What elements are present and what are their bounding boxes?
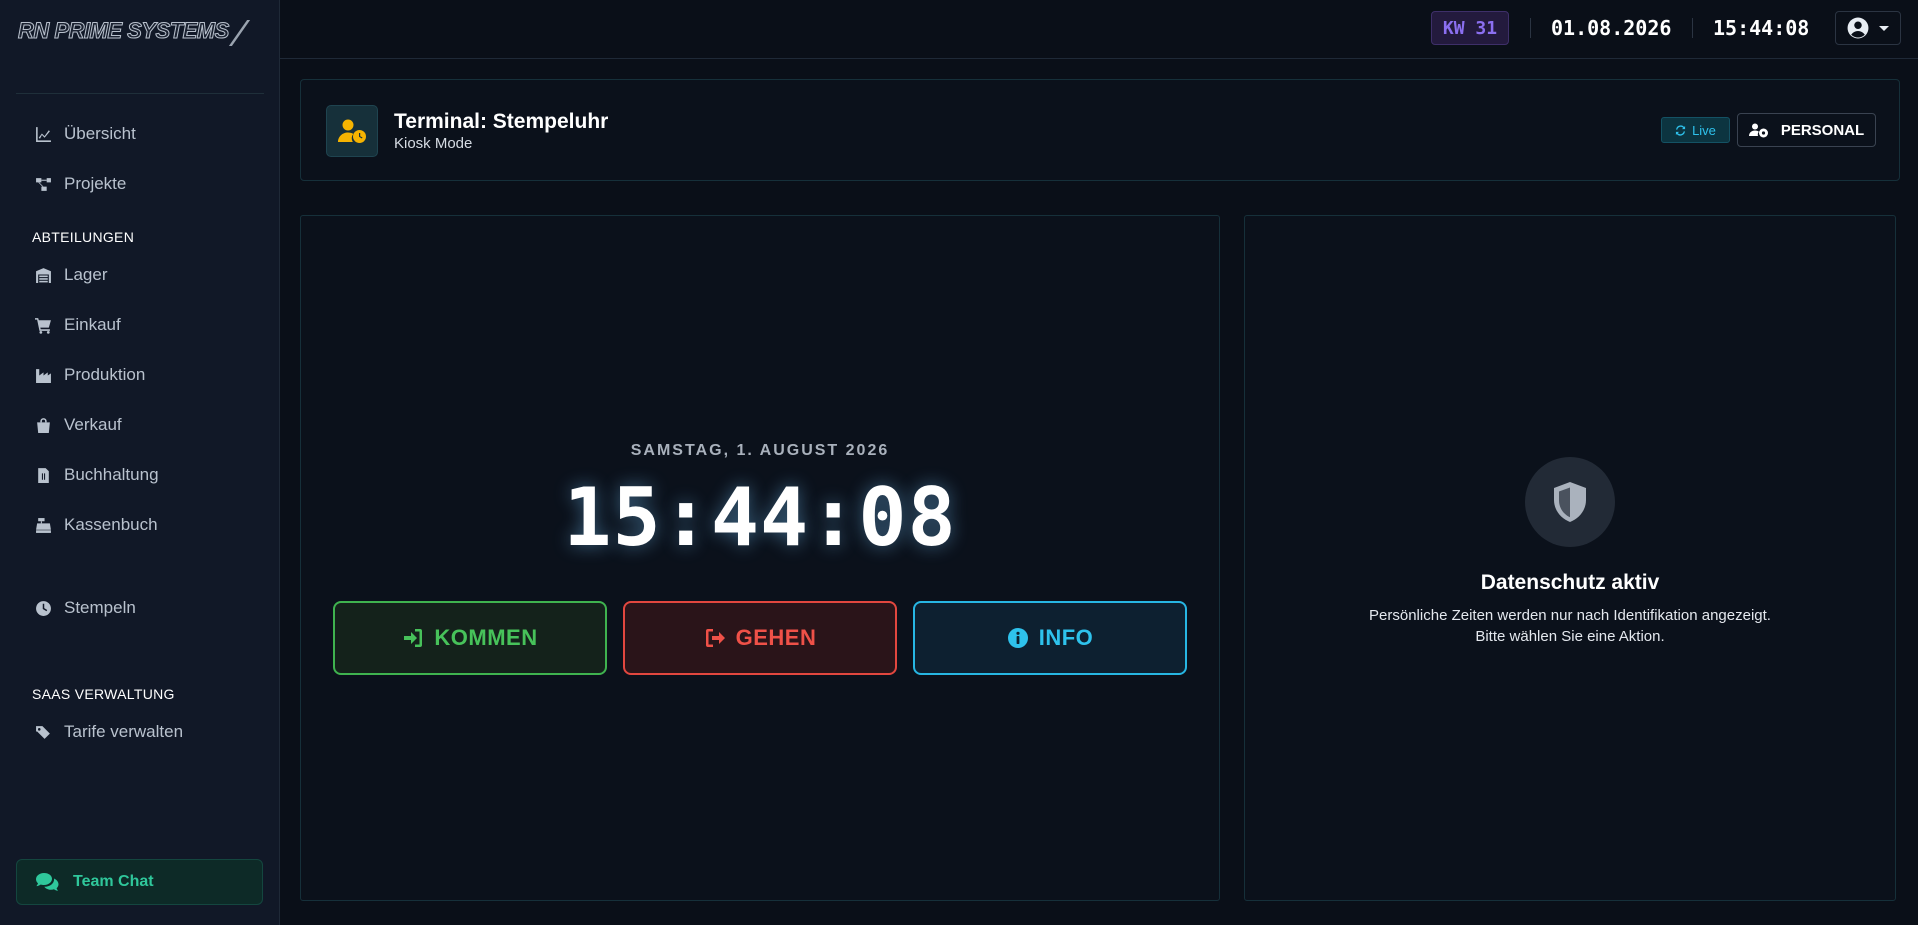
kommen-button[interactable]: KOMMEN [333, 601, 607, 675]
sidebar-item-label: Übersicht [64, 124, 136, 143]
topbar-separator [1530, 18, 1531, 38]
industry-icon [34, 366, 52, 384]
kommen-label: KOMMEN [434, 625, 538, 650]
calendar-week-badge: KW 31 [1431, 11, 1509, 45]
shield-icon [1525, 457, 1615, 547]
user-circle-icon [1847, 17, 1869, 39]
live-badge-label: Live [1692, 122, 1716, 138]
info-button[interactable]: INFO [913, 601, 1187, 675]
sidebar-item-produktion[interactable]: Produktion [16, 355, 264, 395]
sidebar-item-projekte[interactable]: Projekte [16, 164, 264, 204]
sidebar-item-uebersicht[interactable]: Übersicht [16, 114, 264, 154]
topbar-date: 01.08.2026 [1551, 16, 1672, 40]
project-diagram-icon [34, 175, 52, 193]
file-invoice-dollar-icon [34, 466, 52, 484]
sidebar-item-label: Lager [64, 265, 108, 284]
sidebar-section-saas: SAAS VERWALTUNG [32, 686, 175, 702]
shopping-cart-icon [34, 316, 52, 334]
clock-time: 15:44:08 [563, 471, 957, 564]
sidebar-item-lager[interactable]: Lager [16, 255, 264, 295]
user-menu-button[interactable] [1835, 11, 1901, 45]
brand-logo-text: RN PRIME SYSTEMS [18, 18, 230, 44]
sidebar-item-label: Einkauf [64, 315, 121, 334]
gehen-label: GEHEN [735, 625, 817, 650]
sidebar: RN PRIME SYSTEMS Übersicht Projekte ABTE… [0, 0, 280, 925]
info-label: INFO [1038, 625, 1094, 650]
team-chat-button[interactable]: Team Chat [16, 859, 263, 905]
sidebar-item-buchhaltung[interactable]: Buchhaltung [16, 455, 264, 495]
terminal-header-card: Terminal: Stempeluhr Kiosk Mode Live PER… [300, 79, 1900, 181]
cash-register-icon [34, 516, 52, 534]
sidebar-item-label: Verkauf [64, 415, 122, 434]
sidebar-item-label: Kassenbuch [64, 515, 158, 534]
sidebar-section-abteilungen: ABTEILUNGEN [32, 229, 135, 245]
sidebar-item-label: Stempeln [64, 598, 136, 617]
personal-button[interactable]: PERSONAL [1737, 113, 1876, 147]
comments-icon [36, 873, 59, 891]
brand-logo[interactable]: RN PRIME SYSTEMS [18, 18, 250, 48]
privacy-text-line: Persönliche Zeiten werden nur nach Ident… [1369, 607, 1771, 624]
sidebar-item-label: Projekte [64, 174, 127, 193]
privacy-title: Datenschutz aktiv [1480, 571, 1660, 594]
sidebar-item-stempeln[interactable]: Stempeln [16, 588, 264, 628]
sidebar-divider [16, 93, 264, 94]
clock-icon [34, 599, 52, 617]
users-cog-icon [1748, 123, 1768, 137]
sync-icon [1675, 124, 1686, 136]
page-title: Terminal: Stempeluhr [394, 110, 609, 133]
shopping-bag-icon [34, 416, 52, 434]
sidebar-item-label: Tarife verwalten [64, 722, 184, 741]
sidebar-item-einkauf[interactable]: Einkauf [16, 305, 264, 345]
topbar-time: 15:44:08 [1713, 16, 1810, 40]
live-status-badge: Live [1661, 117, 1730, 143]
personal-button-label: PERSONAL [1780, 121, 1865, 139]
sidebar-item-kassenbuch[interactable]: Kassenbuch [16, 505, 264, 545]
sign-in-icon [404, 629, 423, 647]
sign-out-icon [705, 629, 725, 647]
info-circle-icon [1007, 628, 1028, 648]
sidebar-item-tarife[interactable]: Tarife verwalten [16, 712, 264, 752]
sidebar-item-label: Buchhaltung [64, 465, 159, 484]
top-bar: KW 31 01.08.2026 15:44:08 [280, 0, 1918, 59]
privacy-text-line: Bitte wählen Sie eine Aktion. [1475, 628, 1665, 645]
sidebar-item-verkauf[interactable]: Verkauf [16, 405, 264, 445]
privacy-panel: Datenschutz aktiv Persönliche Zeiten wer… [1244, 215, 1896, 901]
gehen-button[interactable]: GEHEN [623, 601, 897, 675]
user-clock-icon [326, 105, 378, 157]
app-root: RN PRIME SYSTEMS Übersicht Projekte ABTE… [0, 0, 1918, 925]
chevron-down-icon [1879, 25, 1889, 31]
clock-panel: SAMSTAG, 1. AUGUST 2026 15:44:08 KOMMEN … [300, 215, 1220, 901]
page-subtitle: Kiosk Mode [394, 135, 473, 152]
chart-line-icon [34, 125, 52, 143]
tags-icon [34, 723, 52, 741]
warehouse-icon [34, 266, 52, 284]
team-chat-label: Team Chat [73, 873, 154, 890]
clock-date: SAMSTAG, 1. AUGUST 2026 [630, 442, 890, 459]
sidebar-item-label: Produktion [64, 365, 146, 384]
topbar-separator [1692, 18, 1693, 38]
